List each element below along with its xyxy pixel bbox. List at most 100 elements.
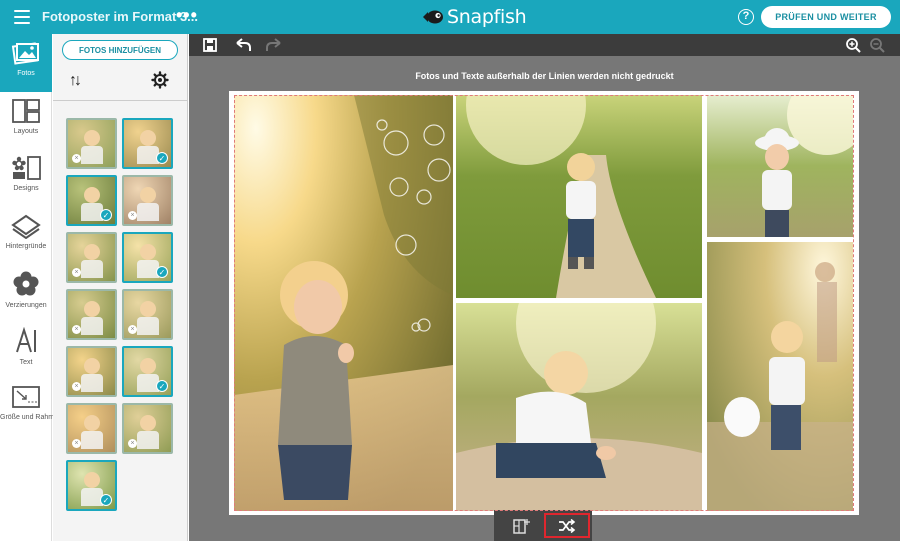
designs-icon bbox=[12, 156, 41, 180]
thumbnail-image bbox=[140, 415, 156, 431]
rail-label: Größe und Rahmen bbox=[0, 414, 62, 421]
thumbnail-image bbox=[84, 130, 100, 146]
photo-thumbnail[interactable]: × bbox=[122, 403, 173, 454]
photo-slot-4[interactable] bbox=[456, 303, 702, 511]
thumbnail-image bbox=[81, 431, 103, 449]
thumbnail-image bbox=[140, 187, 156, 203]
tool-rail: Fotos Layouts Designs Hintergründe Verzi… bbox=[0, 34, 62, 541]
photo-thumbnail[interactable]: × bbox=[122, 289, 173, 340]
zoom-in-icon[interactable] bbox=[845, 37, 861, 53]
selected-check-icon: ✓ bbox=[100, 494, 112, 506]
thumbnail-image bbox=[84, 301, 100, 317]
selected-check-icon: ✓ bbox=[156, 266, 168, 278]
photo-thumbnail[interactable]: ✓ bbox=[122, 118, 173, 169]
rail-item-backgrounds[interactable]: Hintergründe bbox=[0, 209, 52, 267]
photo-thumbnail[interactable]: ✓ bbox=[122, 232, 173, 283]
rail-item-photos[interactable]: Fotos bbox=[0, 34, 52, 92]
rail-item-text[interactable]: Text bbox=[0, 324, 52, 382]
add-photos-button[interactable]: FOTOS HINZUFÜGEN bbox=[62, 40, 178, 60]
snapfish-logo: Snapfish bbox=[422, 5, 527, 29]
rail-item-embellishments[interactable]: Verzierungen bbox=[0, 266, 52, 324]
thumbnail-image bbox=[140, 301, 156, 317]
selected-check-icon: ✓ bbox=[156, 380, 168, 392]
photo-child-bubbles bbox=[234, 95, 453, 511]
menu-icon[interactable] bbox=[14, 10, 30, 24]
print-area-notice: Fotos und Texte außerhalb der Linien wer… bbox=[415, 71, 674, 81]
layouts-icon bbox=[12, 99, 40, 123]
remove-photo-icon[interactable]: × bbox=[72, 268, 81, 277]
help-icon[interactable]: ? bbox=[738, 9, 754, 25]
rail-label: Hintergründe bbox=[5, 243, 47, 250]
photo-thumbnail[interactable]: ✓ bbox=[66, 460, 117, 511]
backgrounds-icon bbox=[11, 214, 41, 239]
thumbnail-image bbox=[84, 472, 100, 488]
photo-grid-icon bbox=[513, 518, 530, 534]
shuffle-icon bbox=[559, 518, 576, 533]
rail-item-size-frame[interactable]: Größe und Rahmen bbox=[0, 382, 62, 440]
remove-photo-icon[interactable]: × bbox=[128, 439, 137, 448]
brand-name: Snapfish bbox=[447, 6, 527, 28]
review-continue-button[interactable]: PRÜFEN UND WEITER bbox=[761, 6, 891, 28]
selected-check-icon: ✓ bbox=[100, 209, 112, 221]
photo-slot-1[interactable] bbox=[234, 95, 453, 511]
photo-child-with-mother bbox=[707, 242, 853, 511]
editor-toolbar bbox=[189, 34, 900, 56]
photos-panel: FOTOS HINZUFÜGEN ↑↓ × ✓ ✓ × × ✓ × × × ✓ × × ✓ bbox=[53, 34, 188, 541]
photo-thumbnail[interactable]: ✓ bbox=[66, 175, 117, 226]
thumbnail-image bbox=[140, 244, 156, 260]
thumbnail-image bbox=[84, 358, 100, 374]
document-title[interactable]: Fotoposter im Format 3... bbox=[42, 9, 198, 24]
remove-photo-icon[interactable]: × bbox=[72, 154, 81, 163]
thumbnail-image bbox=[140, 358, 156, 374]
rail-label: Verzierungen bbox=[5, 302, 47, 309]
thumbnail-image bbox=[84, 244, 100, 260]
save-icon[interactable] bbox=[202, 37, 218, 53]
thumbnail-image bbox=[84, 415, 100, 431]
gear-icon[interactable] bbox=[151, 71, 169, 89]
photo-thumbnail[interactable]: ✓ bbox=[122, 346, 173, 397]
thumbnail-image bbox=[137, 317, 159, 335]
thumbnail-image bbox=[81, 374, 103, 392]
photo-thumbnail[interactable]: × bbox=[122, 175, 173, 226]
thumbnail-image bbox=[140, 130, 156, 146]
fish-logo-icon bbox=[423, 10, 443, 24]
size-frame-icon bbox=[12, 386, 40, 408]
thumbnail-image bbox=[81, 146, 103, 164]
editor-workspace: Fotos und Texte außerhalb der Linien wer… bbox=[189, 34, 900, 541]
rail-label: Fotos bbox=[17, 70, 35, 77]
redo-icon[interactable] bbox=[265, 37, 283, 53]
zoom-out-icon[interactable] bbox=[869, 37, 885, 53]
thumbnail-image bbox=[137, 203, 159, 221]
photo-child-crouching bbox=[456, 303, 702, 511]
rail-item-layouts[interactable]: Layouts bbox=[0, 94, 52, 152]
photo-slot-3[interactable] bbox=[707, 95, 853, 237]
swap-layout-button[interactable] bbox=[498, 513, 544, 538]
panel-divider bbox=[53, 100, 188, 101]
photo-slot-2[interactable] bbox=[456, 95, 702, 298]
remove-photo-icon[interactable]: × bbox=[72, 382, 81, 391]
selected-check-icon: ✓ bbox=[156, 152, 168, 164]
remove-photo-icon[interactable]: × bbox=[128, 211, 137, 220]
photo-thumbnail[interactable]: × bbox=[66, 346, 117, 397]
poster-canvas[interactable] bbox=[229, 91, 859, 515]
thumbnail-image bbox=[137, 431, 159, 449]
rail-item-designs[interactable]: Designs bbox=[0, 151, 52, 209]
remove-photo-icon[interactable]: × bbox=[128, 325, 137, 334]
rail-label: Text bbox=[19, 359, 33, 366]
photo-thumbnail[interactable]: × bbox=[66, 118, 117, 169]
photos-icon bbox=[11, 42, 39, 65]
shuffle-photos-button[interactable] bbox=[544, 513, 590, 538]
app-header: Fotoposter im Format 3... ••• Snapfish ?… bbox=[0, 0, 900, 34]
more-options-icon[interactable]: ••• bbox=[176, 5, 198, 25]
remove-photo-icon[interactable]: × bbox=[72, 439, 81, 448]
sort-icon[interactable]: ↑↓ bbox=[69, 72, 82, 90]
photo-thumbnail[interactable]: × bbox=[66, 289, 117, 340]
photo-thumbnail[interactable]: × bbox=[66, 403, 117, 454]
thumbnail-image bbox=[81, 317, 103, 335]
remove-photo-icon[interactable]: × bbox=[72, 325, 81, 334]
undo-icon[interactable] bbox=[234, 37, 252, 53]
thumbnail-image bbox=[84, 187, 100, 203]
photo-thumbnail[interactable]: × bbox=[66, 232, 117, 283]
photo-slot-5[interactable] bbox=[707, 242, 853, 511]
photo-actions-bar bbox=[494, 510, 592, 541]
